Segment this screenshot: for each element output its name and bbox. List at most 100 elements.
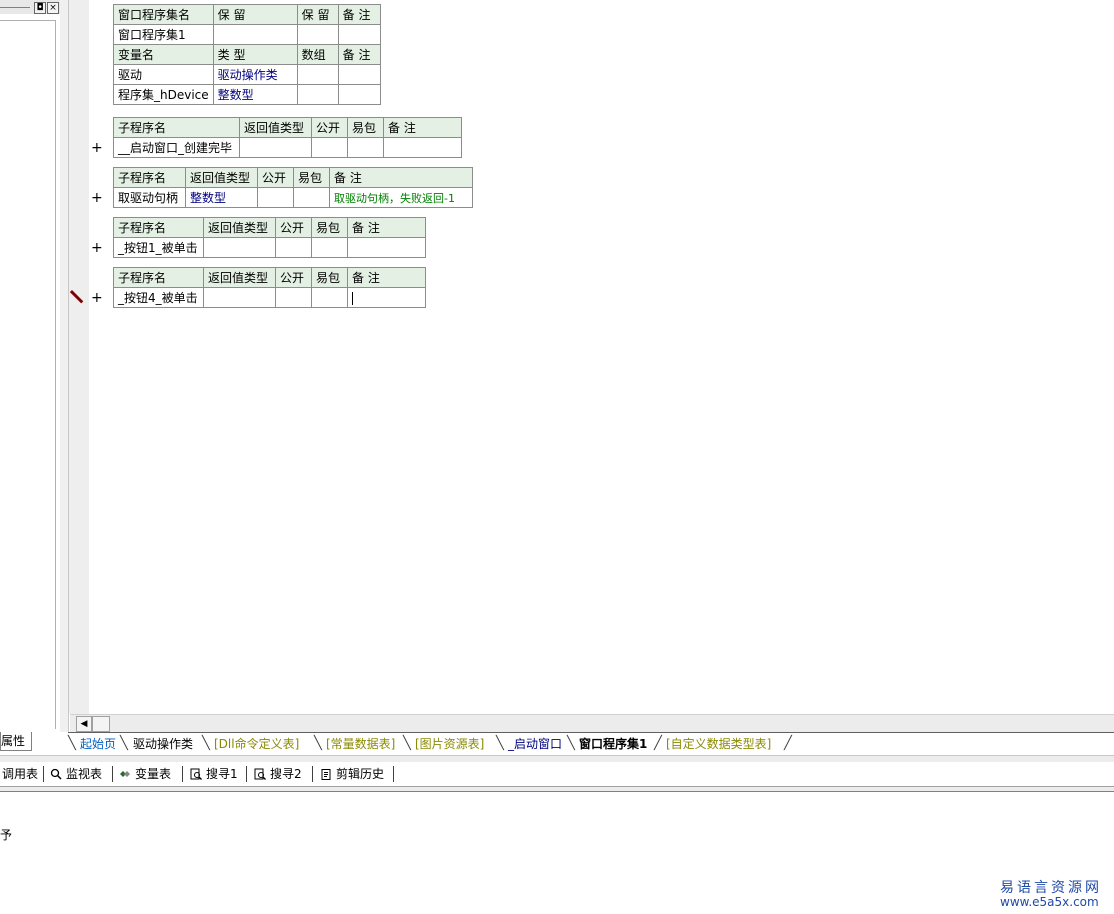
header-sub-name: 子程序名: [113, 217, 204, 238]
note-cell[interactable]: 取驱动句柄，失败返回-1: [329, 187, 473, 208]
tab-dll-commands[interactable]: [Dll命令定义表]: [214, 735, 299, 753]
variables-icon: [120, 771, 130, 777]
header-reserved: 保 留: [296, 4, 339, 25]
subroutine-table: 子程序名 返回值类型 公开 易包 备 注 _按钮4_被单击: [113, 267, 426, 308]
note-cell-editing[interactable]: [347, 287, 426, 308]
call-table-button[interactable]: 调用表: [2, 766, 38, 782]
sub-name-cell[interactable]: _按钮1_被单击: [113, 237, 204, 258]
watch-table-label: 监视表: [66, 767, 103, 781]
variable-name-cell[interactable]: 程序集_hDevice: [113, 84, 214, 105]
text-cursor: [352, 291, 353, 305]
header-note: 备 注: [383, 117, 462, 138]
variable-type-cell[interactable]: 整数型: [212, 84, 298, 105]
variable-table-button[interactable]: 变量表: [119, 766, 171, 782]
epackage-cell[interactable]: [347, 137, 384, 158]
search-doc-icon: [254, 768, 266, 780]
public-cell[interactable]: [275, 287, 312, 308]
sub-name-cell[interactable]: __启动窗口_创建完毕: [113, 137, 240, 158]
header-return-type: 返回值类型: [239, 117, 312, 138]
clip-history-button[interactable]: 剪辑历史: [320, 766, 384, 782]
public-cell[interactable]: [275, 237, 312, 258]
tab-constants[interactable]: [常量数据表]: [326, 735, 395, 753]
header-epackage: 易包: [347, 117, 384, 138]
note-cell[interactable]: [337, 24, 381, 45]
epackage-cell[interactable]: [311, 287, 348, 308]
variable-name-cell[interactable]: 驱动: [113, 64, 214, 85]
header-epackage: 易包: [293, 167, 330, 188]
header-public: 公开: [257, 167, 294, 188]
close-button[interactable]: ×: [47, 2, 59, 14]
return-type-cell[interactable]: 整数型: [185, 187, 258, 208]
expand-icon[interactable]: +: [91, 241, 103, 255]
epackage-cell[interactable]: [293, 187, 330, 208]
variable-note-cell[interactable]: [337, 84, 381, 105]
restore-button[interactable]: ◘: [34, 2, 46, 14]
header-public: 公开: [275, 267, 312, 288]
search2-button[interactable]: 搜寻2: [254, 766, 302, 782]
properties-list[interactable]: [0, 20, 56, 729]
search1-label: 搜寻1: [206, 767, 238, 781]
public-cell[interactable]: [311, 137, 348, 158]
assembly-table: 窗口程序集名 保 留 保 留 备 注 窗口程序集1 变量名 类 型 数组 备 注…: [113, 4, 381, 105]
return-type-cell[interactable]: [203, 237, 276, 258]
variable-note-cell[interactable]: [337, 64, 381, 85]
tab-custom-types[interactable]: [自定义数据类型表]: [666, 735, 771, 753]
tab-driver-class[interactable]: 驱动操作类: [133, 735, 193, 753]
editor-gutter: [69, 0, 89, 714]
document-tabs: ╲ 起始页 ╲ 驱动操作类 ╲ [Dll命令定义表] ╲ [常量数据表] ╲ […: [68, 732, 1114, 755]
expand-icon[interactable]: +: [91, 141, 103, 155]
variable-array-cell[interactable]: [296, 84, 339, 105]
tab-properties[interactable]: 属性: [0, 732, 32, 751]
editor-left-border: [60, 0, 69, 732]
reserved-cell[interactable]: [296, 24, 339, 45]
tab-image-resources[interactable]: [图片资源表]: [415, 735, 484, 753]
search2-label: 搜寻2: [270, 767, 302, 781]
header-public: 公开: [275, 217, 312, 238]
code-editor[interactable]: [89, 0, 1114, 714]
header-reserved: 保 留: [212, 4, 298, 25]
scroll-thumb[interactable]: [92, 716, 110, 732]
watermark-title: 易语言资源网: [1000, 880, 1102, 896]
note-cell[interactable]: [347, 237, 426, 258]
tab-start-page[interactable]: 起始页: [80, 735, 116, 753]
note-cell[interactable]: [383, 137, 462, 158]
public-cell[interactable]: [257, 187, 294, 208]
sub-name-cell[interactable]: 取驱动句柄: [113, 187, 186, 208]
header-epackage: 易包: [311, 267, 348, 288]
header-assembly-name: 窗口程序集名: [113, 4, 214, 25]
tab-startup-window[interactable]: _启动窗口: [508, 735, 562, 753]
header-array: 数组: [296, 44, 339, 65]
header-note: 备 注: [337, 4, 381, 25]
variable-array-cell[interactable]: [296, 64, 339, 85]
output-splitter: [0, 787, 1114, 792]
search-icon: [50, 768, 62, 780]
scroll-left-button[interactable]: ◀: [76, 716, 92, 732]
watch-table-button[interactable]: 监视表: [50, 766, 102, 782]
titlebar-grip: [0, 7, 30, 8]
header-note: 备 注: [347, 217, 426, 238]
clipboard-icon: [321, 769, 331, 780]
variable-table-label: 变量表: [135, 767, 172, 781]
header-return-type: 返回值类型: [203, 217, 276, 238]
header-type: 类 型: [212, 44, 298, 65]
header-note: 备 注: [329, 167, 473, 188]
subroutine-table: 子程序名 返回值类型 公开 易包 备 注 取驱动句柄 整数型 取驱动句柄，失败返…: [113, 167, 473, 208]
header-variable-name: 变量名: [113, 44, 214, 65]
variable-type-cell[interactable]: 驱动操作类: [212, 64, 298, 85]
reserved-cell[interactable]: [212, 24, 298, 45]
expand-icon[interactable]: +: [91, 291, 103, 305]
panel-splitter[interactable]: [0, 755, 1114, 762]
header-note: 备 注: [337, 44, 381, 65]
tab-window-assembly[interactable]: 窗口程序集1: [579, 735, 647, 753]
expand-icon[interactable]: +: [91, 191, 103, 205]
return-type-cell[interactable]: [239, 137, 312, 158]
epackage-cell[interactable]: [311, 237, 348, 258]
header-epackage: 易包: [311, 217, 348, 238]
header-return-type: 返回值类型: [203, 267, 276, 288]
sub-name-cell[interactable]: _按钮4_被单击: [113, 287, 204, 308]
subroutine-table: 子程序名 返回值类型 公开 易包 备 注 _按钮1_被单击: [113, 217, 426, 258]
search1-button[interactable]: 搜寻1: [190, 766, 238, 782]
assembly-name-cell[interactable]: 窗口程序集1: [113, 24, 214, 45]
return-type-cell[interactable]: [203, 287, 276, 308]
horizontal-scrollbar[interactable]: ◀: [70, 714, 1114, 732]
